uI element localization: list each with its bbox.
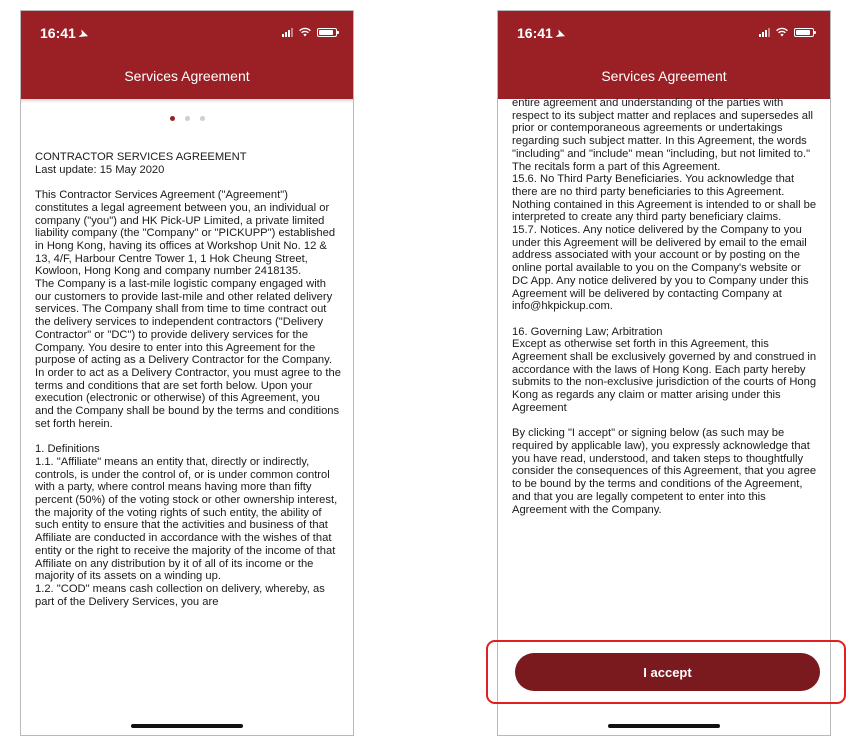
- battery-icon: [794, 27, 816, 37]
- status-icons: [282, 27, 339, 37]
- header-shadow: [21, 99, 353, 103]
- battery-icon: [317, 27, 339, 37]
- page-dot[interactable]: [184, 116, 190, 121]
- accept-highlight-box: [486, 640, 846, 704]
- status-icons: [759, 27, 816, 37]
- status-time: 16:41➤: [40, 25, 90, 43]
- app-header: 16:41➤ Services Agreement: [498, 11, 830, 99]
- page-indicator: [21, 116, 353, 121]
- home-indicator[interactable]: [608, 724, 720, 728]
- agreement-text[interactable]: entire agreement and understanding of th…: [512, 97, 818, 617]
- phone-screen-right: 16:41➤ Services Agreement entire agreeme…: [497, 10, 831, 736]
- page-dot[interactable]: [199, 116, 205, 121]
- phone-screen-left: 16:41➤ Services Agreement CONTRACTOR SER…: [20, 10, 354, 736]
- status-time: 16:41➤: [517, 25, 567, 43]
- signal-icon: [282, 27, 293, 37]
- screen-title: Services Agreement: [601, 68, 727, 84]
- page-dot-active[interactable]: [169, 116, 175, 121]
- wifi-icon: [776, 27, 788, 37]
- location-arrow-icon: ➤: [553, 27, 567, 43]
- app-header: 16:41➤ Services Agreement: [21, 11, 353, 99]
- screen-title: Services Agreement: [124, 68, 250, 84]
- agreement-text[interactable]: CONTRACTOR SERVICES AGREEMENT Last updat…: [35, 151, 341, 706]
- signal-icon: [759, 27, 770, 37]
- home-indicator[interactable]: [131, 724, 243, 728]
- location-arrow-icon: ➤: [76, 27, 90, 43]
- wifi-icon: [299, 27, 311, 37]
